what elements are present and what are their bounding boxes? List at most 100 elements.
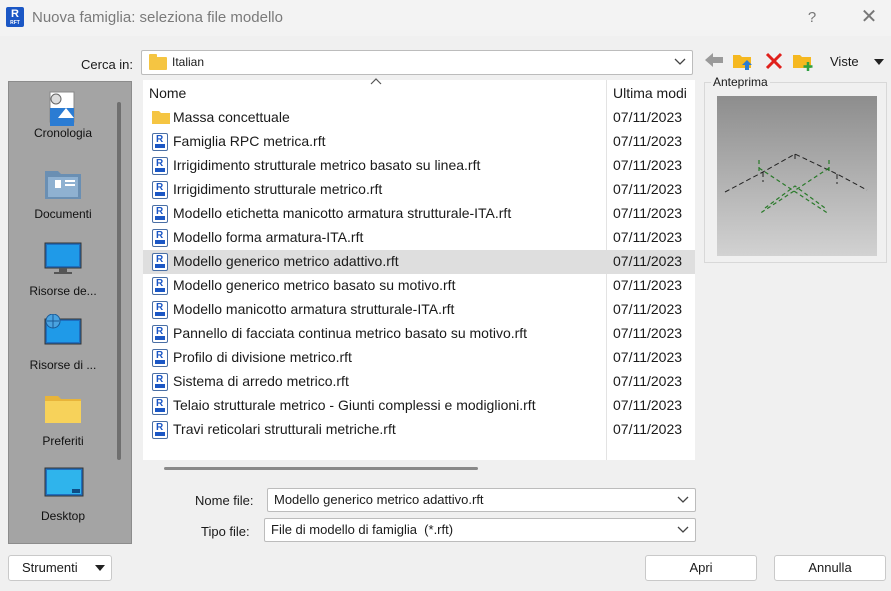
new-folder-icon[interactable] — [791, 50, 815, 72]
folder-icon — [149, 54, 167, 73]
monitor-icon — [44, 242, 82, 276]
file-date: 07/11/2023 — [613, 157, 683, 173]
rft-file-icon — [152, 181, 168, 199]
file-name: Telaio strutturale metrico - Giunti comp… — [173, 397, 536, 413]
rft-file-icon — [152, 301, 168, 319]
file-list: Nome Ultima modi Massa concettuale 07/11… — [143, 77, 695, 460]
history-icon — [44, 90, 82, 126]
file-name: Irrigidimento strutturale metrico.rft — [173, 181, 383, 197]
column-header-date[interactable]: Ultima modi — [613, 80, 695, 106]
file-name: Massa concettuale — [173, 109, 290, 125]
preview-label: Anteprima — [711, 75, 770, 89]
rft-file-icon — [152, 397, 168, 415]
file-name: Modello generico metrico adattivo.rft — [173, 253, 399, 269]
network-globe-icon — [44, 313, 82, 348]
file-list-horizontal-scrollbar[interactable] — [164, 467, 478, 470]
file-row[interactable]: Massa concettuale 07/11/2023 — [143, 106, 695, 130]
file-name: Modello generico metrico basato su motiv… — [173, 277, 456, 293]
place-computer[interactable]: Risorse de... — [9, 242, 117, 298]
file-type-label: Tipo file: — [201, 524, 250, 539]
views-label: Viste — [830, 54, 859, 69]
file-name: Profilo di divisione metrico.rft — [173, 349, 352, 365]
place-label: Risorse de... — [29, 284, 97, 298]
desktop-icon — [44, 467, 84, 501]
file-row[interactable]: Famiglia RPC metrica.rft 07/11/2023 — [143, 130, 695, 154]
file-row[interactable]: Modello forma armatura-ITA.rft 07/11/202… — [143, 226, 695, 250]
file-date: 07/11/2023 — [613, 277, 683, 293]
place-desktop[interactable]: Desktop — [9, 467, 117, 523]
file-row[interactable]: Modello generico metrico basato su motiv… — [143, 274, 695, 298]
rft-file-icon — [152, 229, 168, 247]
file-name: Travi reticolari strutturali metriche.rf… — [173, 421, 396, 437]
favorites-folder-icon — [44, 392, 82, 426]
file-row-selected[interactable]: Modello generico metrico adattivo.rft 07… — [143, 250, 695, 274]
file-row[interactable]: Irrigidimento strutturale metrico.rft 07… — [143, 178, 695, 202]
file-name: Irrigidimento strutturale metrico basato… — [173, 157, 481, 173]
chevron-down-icon — [674, 57, 686, 69]
file-date: 07/11/2023 — [613, 349, 683, 365]
file-date: 07/11/2023 — [613, 253, 683, 269]
app-icon-letter: R — [11, 8, 19, 20]
close-button[interactable]: ✕ — [856, 4, 882, 30]
place-documents[interactable]: Documenti — [9, 167, 117, 221]
file-date: 07/11/2023 — [613, 421, 683, 437]
file-date: 07/11/2023 — [613, 133, 683, 149]
place-network[interactable]: Risorse di ... — [9, 313, 117, 372]
file-date: 07/11/2023 — [613, 373, 683, 389]
look-in-label: Cerca in: — [81, 57, 134, 72]
look-in-dropdown[interactable]: Italian — [141, 50, 693, 75]
places-scrollbar[interactable] — [117, 102, 121, 460]
file-name: Sistema di arredo metrico.rft — [173, 373, 349, 389]
column-header-name[interactable]: Nome — [149, 80, 186, 106]
file-row[interactable]: Telaio strutturale metrico - Giunti comp… — [143, 394, 695, 418]
file-row[interactable]: Pannello di facciata continua metrico ba… — [143, 322, 695, 346]
file-name: Modello manicotto armatura strutturale-I… — [173, 301, 455, 317]
file-type-dropdown[interactable]: File di modello di famiglia (*.rft) — [264, 518, 696, 542]
chevron-down-icon[interactable] — [677, 489, 689, 511]
rft-file-icon — [152, 421, 168, 439]
file-date: 07/11/2023 — [613, 397, 683, 413]
file-name-label: Nome file: — [195, 493, 254, 508]
file-row[interactable]: Modello manicotto armatura strutturale-I… — [143, 298, 695, 322]
file-date: 07/11/2023 — [613, 181, 683, 197]
rft-file-icon — [152, 325, 168, 343]
file-row[interactable]: Modello etichetta manicotto armatura str… — [143, 202, 695, 226]
sort-up-icon — [370, 77, 382, 88]
adaptive-model-preview-graphic — [724, 153, 868, 215]
file-row[interactable]: Irrigidimento strutturale metrico basato… — [143, 154, 695, 178]
file-name-input[interactable]: Modello generico metrico adattivo.rft — [267, 488, 696, 512]
places-bar: Cronologia Documenti Risorse de... Risor… — [8, 81, 132, 544]
place-label: Documenti — [34, 207, 92, 221]
file-date: 07/11/2023 — [613, 205, 683, 221]
help-button[interactable]: ? — [800, 6, 824, 30]
caret-down-icon — [874, 54, 885, 69]
rft-file-icon — [152, 253, 168, 271]
chevron-down-icon — [677, 519, 689, 541]
place-label: Preferiti — [42, 434, 84, 448]
rft-file-icon — [152, 205, 168, 223]
preview-image — [717, 96, 877, 256]
place-label: Risorse di ... — [29, 358, 97, 372]
revit-app-icon: R RFT — [6, 7, 24, 27]
open-button[interactable]: Apri — [645, 555, 757, 581]
rft-file-icon — [152, 277, 168, 295]
file-type-value: File di modello di famiglia (*.rft) — [271, 522, 454, 537]
file-name: Pannello di facciata continua metrico ba… — [173, 325, 528, 341]
file-name-value: Modello generico metrico adattivo.rft — [274, 492, 484, 507]
views-menu-button[interactable]: Viste — [830, 54, 885, 69]
tools-menu-button[interactable]: Strumenti — [8, 555, 112, 581]
place-history[interactable]: Cronologia — [9, 90, 117, 140]
documents-icon — [44, 167, 82, 201]
file-row[interactable]: Sistema di arredo metrico.rft 07/11/2023 — [143, 370, 695, 394]
file-name: Modello etichetta manicotto armatura str… — [173, 205, 512, 221]
file-date: 07/11/2023 — [613, 325, 683, 341]
delete-x-icon[interactable] — [762, 51, 786, 73]
file-row[interactable]: Profilo di divisione metrico.rft 07/11/2… — [143, 346, 695, 370]
folder-up-icon[interactable] — [731, 50, 755, 72]
window-title: Nuova famiglia: seleziona file modello — [32, 9, 283, 26]
place-favorites[interactable]: Preferiti — [9, 392, 117, 448]
cancel-button[interactable]: Annulla — [774, 555, 886, 581]
caret-down-icon — [95, 556, 105, 580]
back-arrow-icon[interactable] — [702, 51, 726, 73]
file-row[interactable]: Travi reticolari strutturali metriche.rf… — [143, 418, 695, 442]
